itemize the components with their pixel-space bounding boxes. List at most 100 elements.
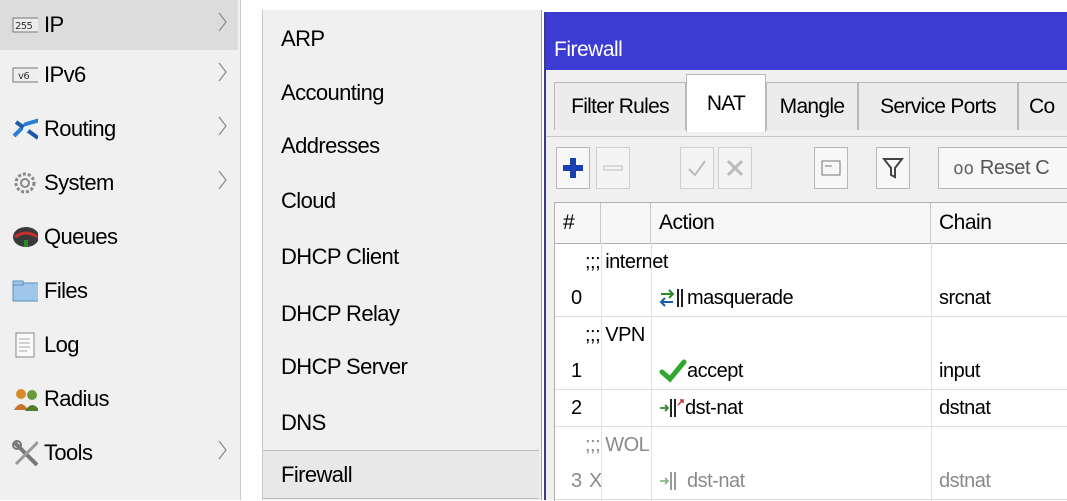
rule-comment: ;;; WOL: [585, 433, 650, 456]
reset-label: Reset C: [979, 156, 1050, 179]
submenu-item-dns[interactable]: DNS: [263, 398, 539, 447]
table-row[interactable]: 0 masquerade srcnat: [555, 280, 1067, 317]
menu-item-routing[interactable]: Routing: [0, 104, 238, 154]
enable-button[interactable]: [680, 147, 714, 189]
submenu-item-arp[interactable]: ARP: [263, 14, 539, 63]
menu-item-queues[interactable]: Queues: [0, 212, 238, 262]
menu-item-log[interactable]: Log: [0, 320, 238, 370]
folder-icon: [12, 278, 38, 304]
menu-item-system[interactable]: System: [0, 158, 238, 208]
rule-number: 0: [571, 286, 582, 309]
tab-mangle[interactable]: Mangle: [766, 82, 858, 130]
table-row[interactable]: 2 dst-nat dstnat: [555, 390, 1067, 427]
rule-chain: srcnat: [939, 286, 991, 309]
menu-item-label: IPv6: [44, 62, 86, 87]
queues-icon: [12, 224, 38, 250]
submenu-item-addresses[interactable]: Addresses: [263, 121, 539, 170]
submenu-item-dhcp-relay[interactable]: DHCP Relay: [263, 289, 539, 338]
menu-item-files[interactable]: Files: [0, 266, 238, 316]
menu-item-ipv6[interactable]: v6 IPv6: [0, 50, 238, 100]
menu-item-tools[interactable]: Tools: [0, 428, 238, 478]
disable-button[interactable]: [718, 147, 752, 189]
menu-item-label: Tools: [44, 440, 93, 465]
column-divider: [931, 243, 932, 501]
rule-chain: dstnat: [939, 469, 991, 492]
rule-comment: ;;; internet: [585, 250, 668, 273]
rule-flag: [607, 280, 647, 316]
table-header: # Action Chain: [555, 203, 1067, 244]
tab-service-ports[interactable]: Service Ports: [858, 82, 1018, 130]
submenu-item-dhcp-server[interactable]: DHCP Server: [263, 342, 539, 391]
submenu-item-dhcp-client[interactable]: DHCP Client: [263, 232, 539, 281]
filter-icon: [882, 158, 904, 179]
table-row[interactable]: 3 X dst-nat dstnat: [555, 463, 1067, 500]
menu-item-label: System: [44, 170, 114, 195]
tab-filter-rules[interactable]: Filter Rules: [554, 82, 686, 130]
submenu-arrow-icon: [218, 440, 227, 460]
column-header-action[interactable]: Action: [651, 203, 931, 243]
submenu-item-accounting[interactable]: Accounting: [263, 68, 539, 117]
rule-chain: dstnat: [939, 396, 991, 419]
menu-item-label: IP: [44, 12, 64, 37]
menu-item-label: Files: [44, 278, 88, 303]
menu-item-label: Radius: [44, 386, 109, 411]
column-header-number[interactable]: #: [555, 203, 601, 243]
submenu-item-cloud[interactable]: Cloud: [263, 176, 539, 225]
rule-action: accept: [659, 353, 929, 389]
rule-action-label: dst-nat: [687, 469, 745, 492]
submenu-arrow-icon: [218, 116, 227, 136]
comment-button[interactable]: [814, 147, 848, 189]
tab-bar: Filter Rules NAT Mangle Service Ports Co: [546, 72, 1067, 132]
comment-icon: [821, 160, 841, 176]
remove-button[interactable]: [596, 147, 630, 189]
svg-text:255: 255: [15, 21, 33, 32]
menu-item-label: Routing: [44, 116, 116, 141]
rule-flag: [607, 390, 647, 426]
tab-connections[interactable]: Co: [1018, 82, 1067, 130]
window-title: Firewall: [554, 38, 623, 61]
ip-submenu: ARP Accounting Addresses Cloud DHCP Clie…: [262, 10, 542, 500]
rule-action-label: masquerade: [687, 286, 794, 309]
column-header-chain[interactable]: Chain: [931, 203, 1067, 243]
rule-action: dst-nat: [659, 463, 929, 499]
menu-item-radius[interactable]: Radius: [0, 374, 238, 424]
firewall-window: Firewall Filter Rules NAT Mangle Service…: [544, 12, 1067, 501]
tools-icon: [12, 440, 38, 467]
rule-comment: ;;; VPN: [585, 323, 645, 346]
check-icon: [688, 160, 706, 177]
ip-icon: 255: [12, 12, 38, 38]
table-row-comment[interactable]: ;;; WOL: [555, 427, 1067, 463]
reset-counters-button[interactable]: oo Reset C: [938, 147, 1067, 189]
cross-icon: [726, 159, 744, 177]
column-divider: [601, 243, 602, 501]
submenu-item-firewall[interactable]: Firewall: [263, 450, 539, 499]
add-button[interactable]: [556, 147, 590, 189]
rule-action: dst-nat: [659, 390, 929, 426]
menu-item-label: Queues: [44, 224, 118, 249]
masquerade-icon: [659, 289, 683, 307]
column-divider: [651, 243, 652, 501]
ipv6-icon: v6: [12, 62, 38, 88]
dstnat-icon: [660, 399, 684, 417]
column-header-flags[interactable]: [601, 203, 651, 243]
accept-check-icon: [659, 359, 687, 383]
routing-icon: [12, 116, 38, 142]
menu-item-ip[interactable]: 255 IP: [0, 0, 238, 50]
radius-icon: [12, 386, 38, 412]
table-row-comment[interactable]: ;;; VPN: [555, 317, 1067, 353]
rule-action: masquerade: [659, 280, 929, 316]
submenu-arrow-icon: [218, 12, 227, 32]
nat-rules-table: # Action Chain ;;; internet 0 masquerade…: [554, 202, 1067, 501]
table-row-comment[interactable]: ;;; internet: [555, 244, 1067, 280]
tab-nat[interactable]: NAT: [686, 74, 766, 132]
rule-action-label: dst-nat: [685, 396, 743, 419]
rule-action-label: accept: [687, 359, 743, 382]
rule-number: 1: [571, 359, 582, 382]
gear-icon: [12, 170, 38, 196]
svg-text:v6: v6: [18, 71, 29, 82]
filter-button[interactable]: [876, 147, 910, 189]
add-icon: [563, 158, 583, 178]
table-row[interactable]: 1 accept input: [555, 353, 1067, 390]
rule-chain: input: [939, 359, 980, 382]
window-title-bar[interactable]: Firewall: [546, 12, 1067, 70]
